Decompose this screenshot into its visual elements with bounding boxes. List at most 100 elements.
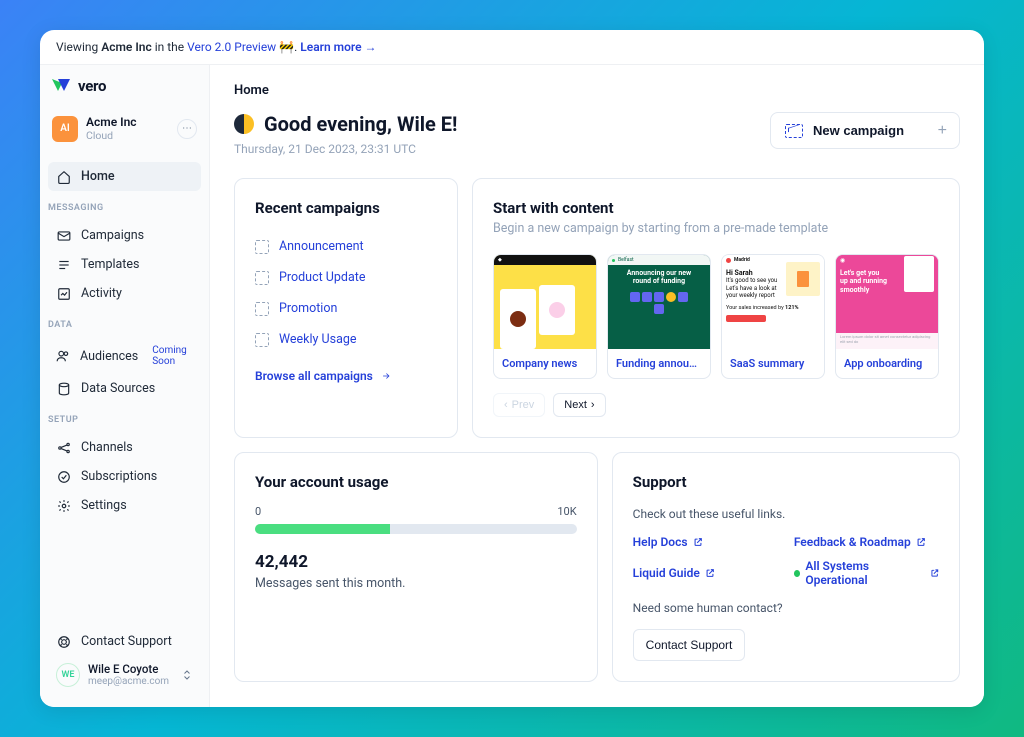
nav-label: Home bbox=[81, 169, 115, 184]
support-intro: Check out these useful links. bbox=[633, 507, 939, 521]
template-app-onboarding[interactable]: ◉ Let's get youup and runningsmoothly Lo… bbox=[835, 254, 939, 379]
card-title: Start with content bbox=[493, 199, 939, 217]
usage-min: 0 bbox=[255, 505, 261, 518]
support-card: Support Check out these useful links. He… bbox=[612, 452, 960, 682]
nav-label: Campaigns bbox=[81, 228, 144, 243]
new-campaign-label: New campaign bbox=[813, 123, 904, 138]
link-label: Feedback & Roadmap bbox=[794, 535, 911, 549]
nav-heading-messaging: MESSAGING bbox=[40, 195, 209, 217]
chevron-down-icon bbox=[181, 669, 193, 681]
template-label: Company news bbox=[494, 349, 596, 378]
recent-campaign-item[interactable]: Announcement bbox=[255, 231, 437, 262]
home-icon bbox=[56, 169, 71, 184]
brand-name: vero bbox=[78, 77, 106, 95]
template-label: SaaS summary bbox=[722, 349, 824, 378]
nav-label: Data Sources bbox=[81, 381, 155, 396]
templates-card: Start with content Begin a new campaign … bbox=[472, 178, 960, 438]
coming-soon-badge: Coming Soon bbox=[152, 345, 193, 367]
user-name: Wile E Coyote bbox=[88, 662, 173, 676]
card-title: Recent campaigns bbox=[255, 199, 437, 217]
nav-label: Settings bbox=[81, 498, 127, 513]
nav-heading-data: DATA bbox=[40, 312, 209, 334]
card-subtitle: Begin a new campaign by starting from a … bbox=[493, 221, 939, 236]
nav-heading-setup: SETUP bbox=[40, 407, 209, 429]
page-title: Home bbox=[234, 83, 960, 112]
template-saas-summary[interactable]: Madrid Hi SarahIt's good to see youLet's… bbox=[721, 254, 825, 379]
template-thumbnail: Belfast Announcing our newround of fundi… bbox=[608, 255, 710, 349]
chevron-left-icon: ‹ bbox=[504, 399, 508, 411]
link-label: All Systems Operational bbox=[805, 559, 924, 587]
sidebar: vero AI Acme Inc Cloud ⋯ Home MESSAGING bbox=[40, 65, 210, 707]
timestamp: Thursday, 21 Dec 2023, 23:31 UTC bbox=[234, 142, 457, 156]
recent-label: Product Update bbox=[279, 270, 366, 285]
template-thumbnail: ◉ Let's get youup and runningsmoothly Lo… bbox=[836, 255, 938, 349]
usage-card: Your account usage 0 10K 42,442 Messages… bbox=[234, 452, 598, 682]
nav-home[interactable]: Home bbox=[48, 162, 201, 191]
activity-icon bbox=[56, 286, 71, 301]
template-funding-announcement[interactable]: Belfast Announcing our newround of fundi… bbox=[607, 254, 711, 379]
nav-settings[interactable]: Settings bbox=[48, 491, 201, 520]
account-menu-button[interactable]: ⋯ bbox=[177, 119, 197, 139]
status-dot-icon bbox=[794, 570, 800, 577]
external-icon bbox=[693, 537, 703, 547]
new-campaign-button[interactable]: New campaign + bbox=[770, 112, 960, 149]
template-label: Funding announ... bbox=[608, 349, 710, 378]
btn-label: Next bbox=[564, 399, 587, 411]
template-thumbnail: Madrid Hi SarahIt's good to see youLet's… bbox=[722, 255, 824, 349]
nav-label: Subscriptions bbox=[81, 469, 157, 484]
help-docs-link[interactable]: Help Docs bbox=[633, 535, 778, 549]
browse-all-campaigns-link[interactable]: Browse all campaigns bbox=[255, 369, 437, 383]
template-icon bbox=[56, 257, 71, 272]
new-campaign-icon bbox=[785, 124, 803, 138]
gear-icon bbox=[56, 498, 71, 513]
recent-campaign-item[interactable]: Product Update bbox=[255, 262, 437, 293]
nav-campaigns[interactable]: Campaigns bbox=[48, 221, 201, 250]
pager-next-button[interactable]: Next › bbox=[553, 393, 605, 417]
btn-label: Prev bbox=[512, 399, 535, 411]
usage-value: 42,442 bbox=[255, 552, 577, 572]
nav-label: Templates bbox=[81, 257, 139, 272]
evening-icon bbox=[234, 114, 254, 134]
plus-icon: + bbox=[938, 122, 947, 140]
nav-label: Channels bbox=[81, 440, 133, 455]
greeting: Good evening, Wile E! bbox=[264, 112, 457, 136]
user-menu[interactable]: WE Wile E Coyote meep@acme.com bbox=[48, 656, 201, 693]
banner-text: Viewing bbox=[56, 40, 101, 54]
lifebuoy-icon bbox=[56, 634, 71, 649]
liquid-guide-link[interactable]: Liquid Guide bbox=[633, 559, 778, 587]
account-name: Acme Inc bbox=[86, 115, 169, 129]
check-circle-icon bbox=[56, 469, 71, 484]
recent-campaign-item[interactable]: Promotion bbox=[255, 293, 437, 324]
banner-preview-link[interactable]: Vero 2.0 Preview 🚧 bbox=[187, 40, 294, 54]
account-switcher[interactable]: AI Acme Inc Cloud ⋯ bbox=[52, 113, 197, 152]
user-avatar: WE bbox=[56, 663, 80, 687]
link-label: Browse all campaigns bbox=[255, 369, 373, 383]
nav-label: Contact Support bbox=[81, 634, 172, 649]
usage-bar bbox=[255, 524, 577, 534]
template-company-news[interactable]: ◆ Company news bbox=[493, 254, 597, 379]
nav-channels[interactable]: Channels bbox=[48, 433, 201, 462]
nav-data-sources[interactable]: Data Sources bbox=[48, 374, 201, 403]
banner-learn-more-link[interactable]: Learn more → bbox=[300, 40, 376, 54]
channels-icon bbox=[56, 440, 71, 455]
recent-campaigns-card: Recent campaigns Announcement Product Up… bbox=[234, 178, 458, 438]
nav-subscriptions[interactable]: Subscriptions bbox=[48, 462, 201, 491]
nav-label: Audiences bbox=[80, 349, 138, 364]
card-title: Support bbox=[633, 473, 939, 491]
users-icon bbox=[56, 349, 70, 364]
card-title: Your account usage bbox=[255, 473, 577, 491]
draft-icon bbox=[255, 302, 269, 316]
nav-contact-support[interactable]: Contact Support bbox=[48, 627, 201, 656]
feedback-link[interactable]: Feedback & Roadmap bbox=[794, 535, 939, 549]
external-icon bbox=[930, 568, 939, 578]
system-status-link[interactable]: All Systems Operational bbox=[794, 559, 939, 587]
pager-prev-button[interactable]: ‹ Prev bbox=[493, 393, 545, 417]
contact-support-button[interactable]: Contact Support bbox=[633, 629, 746, 661]
nav-audiences[interactable]: Audiences Coming Soon bbox=[48, 338, 201, 374]
recent-campaign-item[interactable]: Weekly Usage bbox=[255, 324, 437, 355]
chevron-right-icon: › bbox=[591, 399, 595, 411]
app-frame: Viewing Acme Inc in the Vero 2.0 Preview… bbox=[40, 30, 984, 707]
nav-templates[interactable]: Templates bbox=[48, 250, 201, 279]
nav-activity[interactable]: Activity bbox=[48, 279, 201, 308]
brand-logo: vero bbox=[52, 77, 197, 95]
